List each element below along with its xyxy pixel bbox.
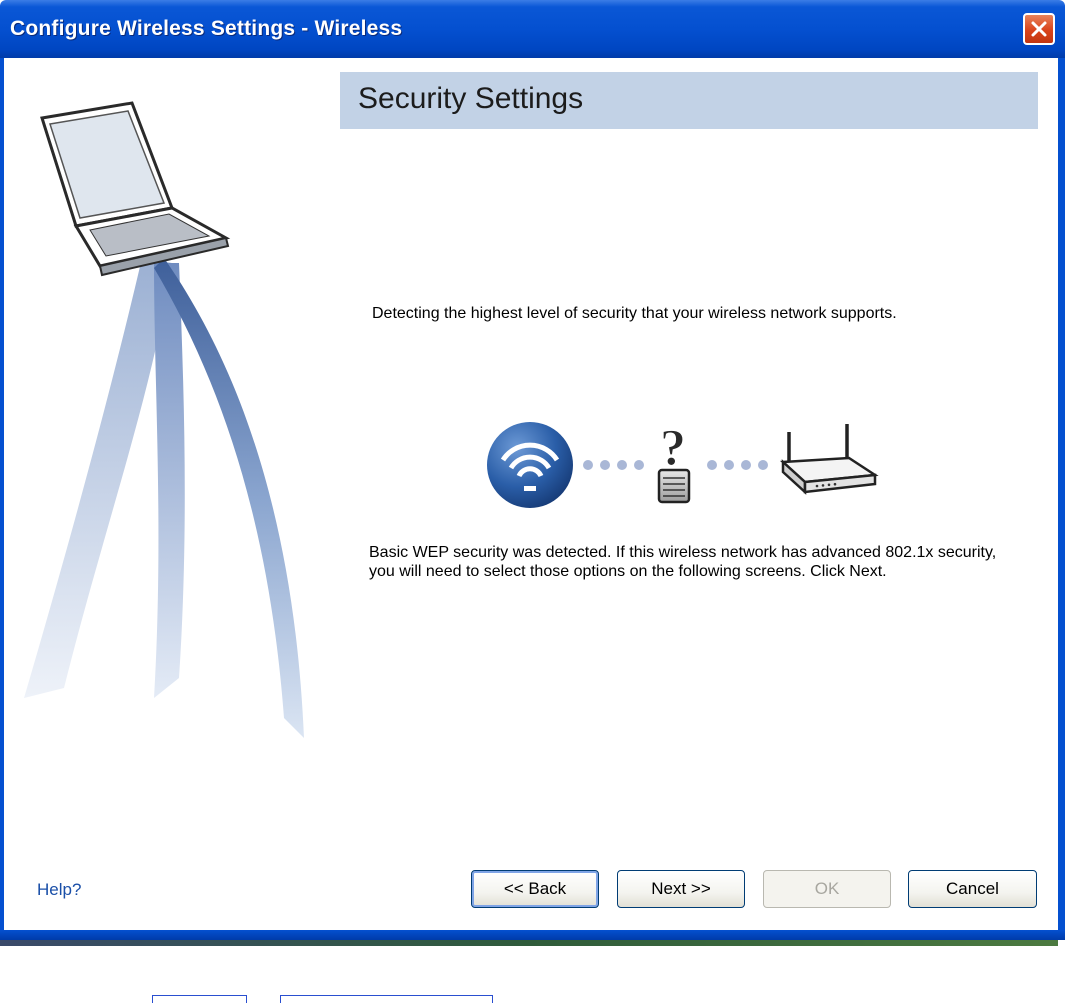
svg-text:?: ?	[660, 420, 686, 477]
window-title: Configure Wireless Settings - Wireless	[10, 17, 403, 40]
back-button[interactable]: << Back	[471, 870, 599, 908]
security-unknown-lock-icon: ?	[657, 420, 691, 504]
help-link[interactable]: Help?	[37, 880, 81, 900]
connection-dots-left	[583, 460, 644, 470]
laptop-illustration	[24, 101, 304, 738]
wizard-window: Configure Wireless Settings - Wireless S…	[0, 0, 1065, 940]
beam-middle	[154, 263, 185, 698]
ok-button: OK	[763, 870, 891, 908]
window-border-right	[1058, 58, 1065, 940]
wireless-adapter-icon	[487, 422, 573, 508]
window-border-bottom	[0, 930, 1065, 940]
connection-dots-right	[707, 460, 768, 470]
security-detection-diagram: ?	[487, 420, 879, 508]
section-header: Security Settings	[340, 72, 1038, 129]
beam-left	[24, 258, 172, 698]
cancel-button[interactable]: Cancel	[908, 870, 1037, 908]
next-button[interactable]: Next >>	[617, 870, 745, 908]
detecting-message: Detecting the highest level of security …	[372, 305, 897, 322]
close-button[interactable]	[1023, 13, 1055, 45]
title-bar[interactable]: Configure Wireless Settings - Wireless	[0, 0, 1065, 58]
router-icon	[779, 424, 879, 495]
page-title: Security Settings	[358, 82, 584, 115]
page-artifact-rect-1	[152, 995, 247, 1003]
close-icon	[1031, 21, 1047, 37]
desktop-taskbar-strip	[0, 940, 1058, 946]
detection-result-message: Basic WEP security was detected. If this…	[369, 544, 997, 580]
page-artifact-rect-2	[280, 995, 493, 1003]
